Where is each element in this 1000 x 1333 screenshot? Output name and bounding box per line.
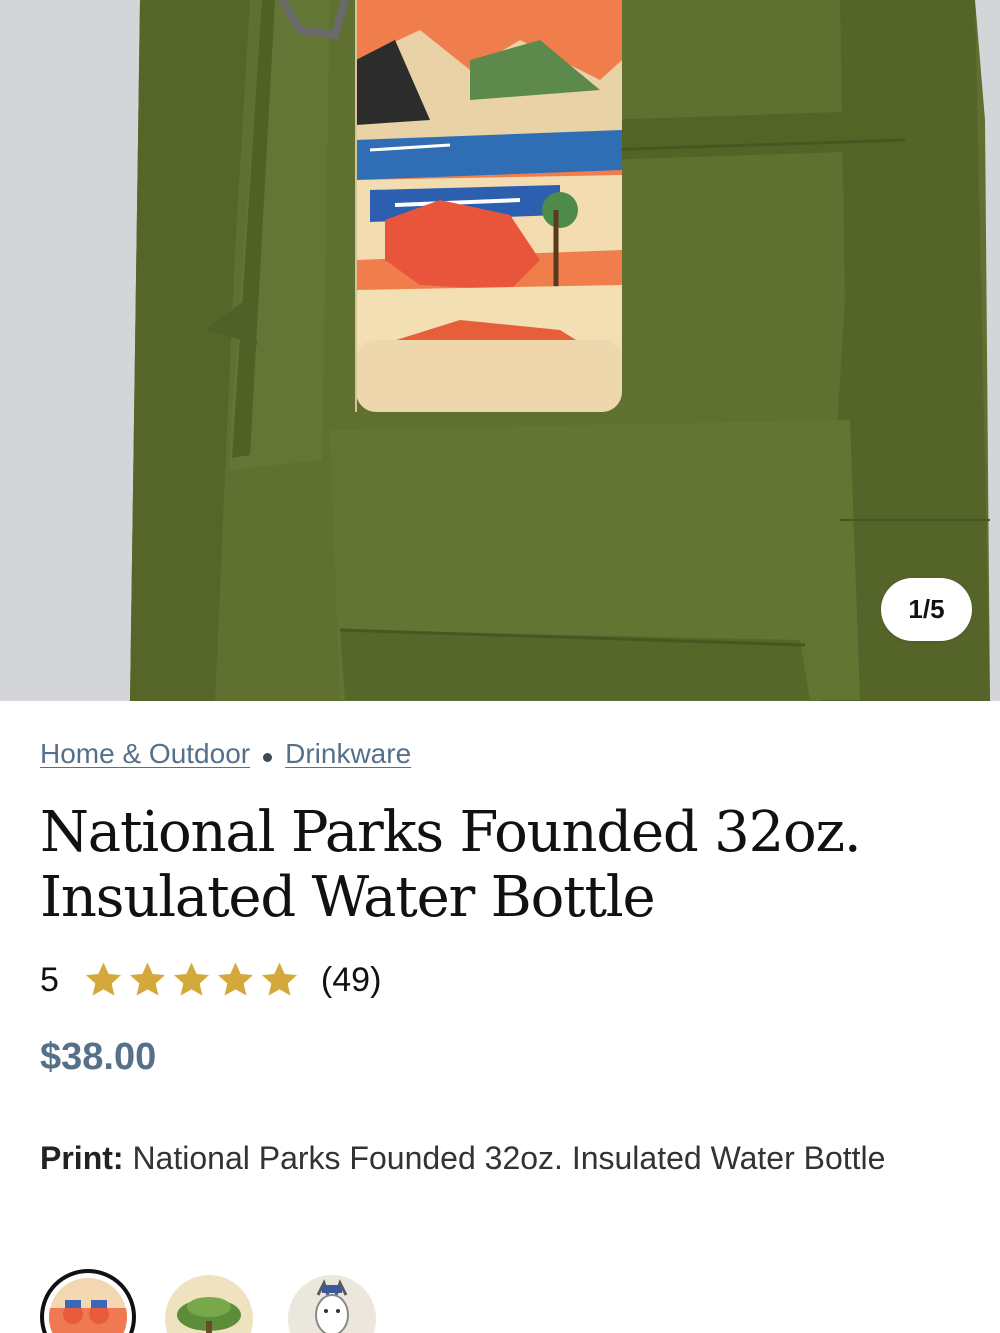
product-photo <box>0 0 1000 701</box>
rating-value: 5 <box>40 960 59 999</box>
product-title: National Parks Founded 32oz. Insulated W… <box>40 800 940 930</box>
product-rating[interactable]: 5 (49) <box>40 956 381 1004</box>
print-value: National Parks Founded 32oz. Insulated W… <box>132 1140 886 1176</box>
swatch-goat-image <box>288 1275 376 1333</box>
product-price: $38.00 <box>40 1036 157 1078</box>
image-counter: 1/5 <box>881 578 972 641</box>
swatch-tree-print[interactable] <box>165 1275 253 1333</box>
swatch-goat-print[interactable] <box>288 1275 376 1333</box>
breadcrumb: Home & Outdoor Drinkware <box>40 736 411 772</box>
review-count-link[interactable]: (49) <box>321 961 381 1000</box>
product-title-line-1: National Parks Founded 32oz. <box>40 800 862 865</box>
print-label: Print: <box>40 1140 124 1176</box>
star-icon <box>129 962 165 996</box>
breadcrumb-link-home-outdoor[interactable]: Home & Outdoor <box>40 738 250 770</box>
breadcrumb-separator <box>263 752 273 762</box>
breadcrumb-link-drinkware[interactable]: Drinkware <box>285 738 411 770</box>
star-icon <box>85 962 121 996</box>
swatch-tree-image <box>165 1275 253 1333</box>
star-icon <box>261 962 297 996</box>
swatch-national-parks[interactable] <box>40 1269 136 1333</box>
star-icon <box>173 962 209 996</box>
swatch-national-parks-image <box>49 1278 127 1333</box>
star-icon <box>217 962 253 996</box>
print-option-label: Print: National Parks Founded 32oz. Insu… <box>40 1136 960 1180</box>
product-title-line-2: Insulated Water Bottle <box>40 865 656 930</box>
product-image-gallery[interactable]: 1/5 <box>0 0 1000 701</box>
rating-stars <box>83 960 300 1000</box>
